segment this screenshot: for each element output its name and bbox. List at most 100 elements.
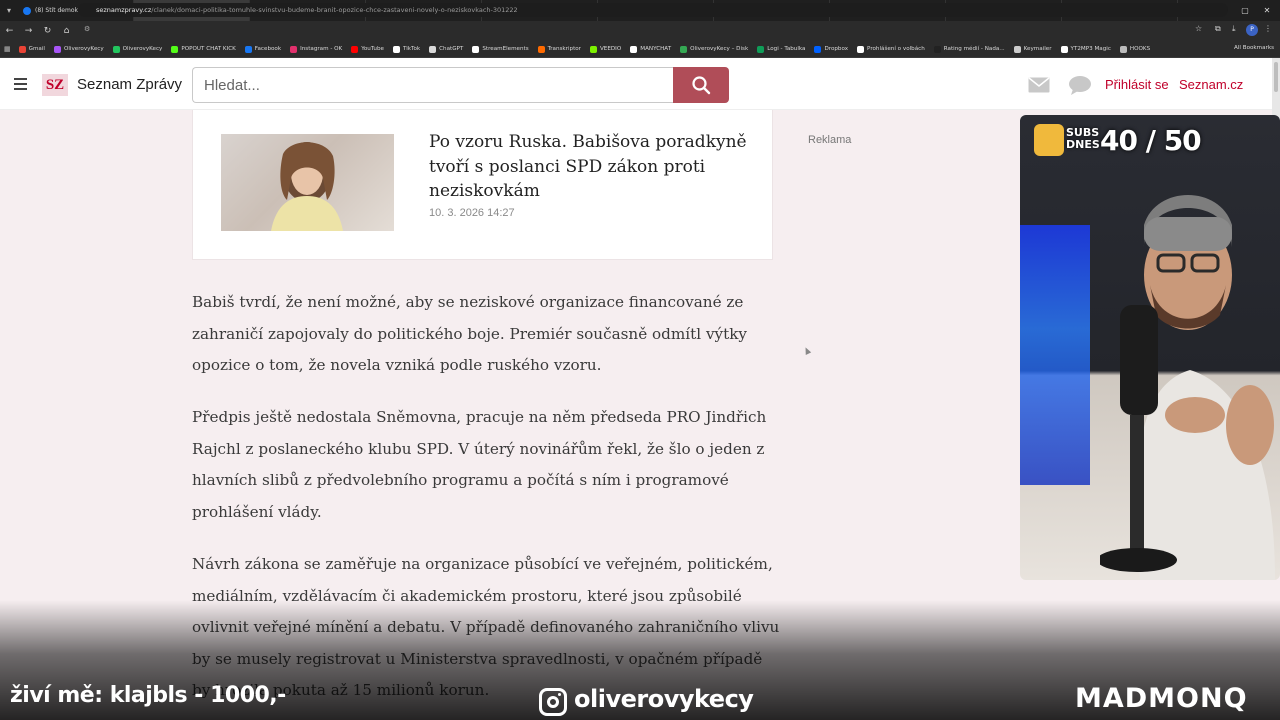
bookmark-item[interactable]: TikTok: [392, 45, 421, 53]
bookmark-item[interactable]: Dropbox: [814, 45, 849, 53]
bookmark-star-icon[interactable]: ☆: [1195, 24, 1202, 33]
neon-light: [1020, 225, 1090, 485]
address-bar-row: ← → ↻ ⌂: [0, 21, 1280, 41]
bookmark-item[interactable]: VEEDIO: [589, 45, 621, 53]
bookmark-item[interactable]: HOOKS: [1119, 45, 1151, 53]
profile-avatar[interactable]: P: [1246, 24, 1258, 36]
bookmark-item[interactable]: OliverovyKecy: [53, 45, 104, 53]
menu-icon[interactable]: [14, 78, 27, 90]
bookmark-label: Rating médií - Nada...: [943, 46, 1005, 52]
bookmark-item[interactable]: Transkriptor: [537, 45, 581, 53]
site-info-icon[interactable]: ⚙: [84, 25, 90, 33]
bookmark-favicon-icon: [933, 45, 941, 53]
donation-alert: živí mě: klajbls - 1000,-: [10, 683, 286, 708]
bookmark-item[interactable]: OliverovyKecy – Disk: [680, 45, 749, 53]
subs-counter: 40 / 50: [1100, 124, 1202, 157]
bookmark-label: MANYCHAT: [640, 46, 672, 52]
url-path: /clanek/domaci-politika-tomuhle-svinstvu…: [151, 6, 518, 14]
url-host: seznamzpravy.cz: [96, 6, 152, 14]
sponsor-brand: MADMONQ: [1075, 683, 1248, 714]
bookmark-label: TikTok: [402, 46, 421, 52]
related-article-title[interactable]: Po vzoru Ruska. Babišova poradkyně tvoří…: [429, 130, 749, 204]
bookmark-item[interactable]: StreamElements: [472, 45, 529, 53]
bookmark-label: Prohlášení o volbách: [867, 46, 925, 52]
bookmark-favicon-icon: [1060, 45, 1068, 53]
ad-label: Reklama: [808, 134, 852, 146]
related-article-card[interactable]: Po vzoru Ruska. Babišova poradkyně tvoří…: [192, 110, 773, 260]
bookmark-favicon-icon: [757, 45, 765, 53]
bookmark-label: OliverovyKecy: [63, 46, 104, 52]
all-bookmarks-link[interactable]: All Bookmarks: [1234, 45, 1274, 51]
logo-mark[interactable]: SZ: [42, 74, 68, 96]
bookmark-item[interactable]: Instagram - OK: [290, 45, 343, 53]
bookmark-favicon-icon: [472, 45, 480, 53]
bookmark-favicon-icon: [53, 45, 61, 53]
reload-icon[interactable]: ↻: [38, 26, 57, 36]
bookmark-item[interactable]: YT2MP3 Magic: [1060, 45, 1111, 53]
bookmark-label: StreamElements: [482, 46, 529, 52]
bookmark-item[interactable]: Gmail: [18, 45, 45, 53]
bookmark-item[interactable]: YouTube: [351, 45, 384, 53]
bookmark-item[interactable]: Prohlášení o volbách: [857, 45, 925, 53]
bookmark-label: Instagram - OK: [300, 46, 343, 52]
bookmark-item[interactable]: MANYCHAT: [630, 45, 672, 53]
streamer-image: [1100, 195, 1275, 580]
login-link[interactable]: Přihlásit se: [1105, 77, 1169, 92]
subs-badge-icon: [1034, 124, 1064, 156]
bookmark-item[interactable]: Facebook: [244, 45, 282, 53]
bookmark-label: Logi - Tabulka: [767, 46, 806, 52]
bookmark-favicon-icon: [429, 45, 437, 53]
bookmark-item[interactable]: Keymailer: [1013, 45, 1052, 53]
bookmark-item[interactable]: Rating médií - Nada...: [933, 45, 1005, 53]
mail-icon[interactable]: [1028, 77, 1050, 93]
bookmark-favicon-icon: [1119, 45, 1127, 53]
bookmark-item[interactable]: POPOUT CHAT KICK: [171, 45, 236, 53]
search-button[interactable]: [673, 67, 729, 103]
bookmark-label: ChatGPT: [439, 46, 464, 52]
search-input[interactable]: [192, 67, 674, 103]
seznam-link[interactable]: Seznam.cz: [1179, 77, 1243, 92]
related-article-date: 10. 3. 2026 14:27: [429, 207, 515, 219]
bookmark-favicon-icon: [537, 45, 545, 53]
browser-menu-icon[interactable]: ⋮: [1264, 24, 1272, 33]
bookmark-favicon-icon: [112, 45, 120, 53]
tab-search-icon[interactable]: ▾: [0, 0, 18, 21]
bookmark-item[interactable]: OliverovyKecy: [112, 45, 162, 53]
bookmark-favicon-icon: [171, 45, 179, 53]
bookmark-label: Dropbox: [824, 46, 849, 52]
bookmark-label: Transkriptor: [547, 46, 581, 52]
back-icon[interactable]: ←: [0, 26, 19, 36]
page-scrollbar[interactable]: [1272, 58, 1280, 120]
bookmark-favicon-icon: [1013, 45, 1021, 53]
bookmark-favicon-icon: [857, 45, 865, 53]
home-icon[interactable]: ⌂: [57, 26, 76, 36]
search-icon: [692, 76, 711, 95]
forward-icon[interactable]: →: [19, 26, 38, 36]
close-window-icon[interactable]: ✕: [1256, 0, 1278, 21]
url-field[interactable]: seznamzpravy.cz/clanek/domaci-politika-t…: [78, 3, 1228, 17]
bookmark-favicon-icon: [351, 45, 359, 53]
related-article-image[interactable]: [221, 134, 394, 231]
chat-icon[interactable]: [1068, 75, 1092, 95]
webcam-feed: [1020, 115, 1280, 580]
bookmark-item[interactable]: Logi - Tabulka: [757, 45, 806, 53]
extensions-icon[interactable]: ⧉: [1215, 24, 1221, 34]
instagram-icon: [539, 688, 567, 716]
bookmark-label: YouTube: [361, 46, 384, 52]
downloads-icon[interactable]: ⤓: [1232, 24, 1236, 34]
bookmarks-bar: ▦ Gmail OliverovyKecy OliverovyKecy POPOUT …: [0, 41, 1280, 58]
bookmark-item[interactable]: ChatGPT: [429, 45, 464, 53]
bookmark-label: HOOKS: [1129, 46, 1151, 52]
maximize-icon[interactable]: ▢: [1234, 0, 1256, 21]
bookmark-favicon-icon: [814, 45, 822, 53]
bookmark-favicon-icon: [290, 45, 298, 53]
tab-favicon-icon: [23, 6, 31, 15]
logo-text[interactable]: Seznam Zprávy: [77, 76, 182, 93]
woman-portrait-image: [271, 142, 343, 231]
bookmark-label: Facebook: [254, 46, 282, 52]
bookmark-favicon-icon: [630, 45, 638, 53]
bookmark-label: OliverovyKecy – Disk: [690, 46, 749, 52]
apps-icon[interactable]: ▦: [4, 45, 11, 53]
bookmark-favicon-icon: [18, 45, 26, 53]
bookmark-label: POPOUT CHAT KICK: [181, 46, 236, 52]
